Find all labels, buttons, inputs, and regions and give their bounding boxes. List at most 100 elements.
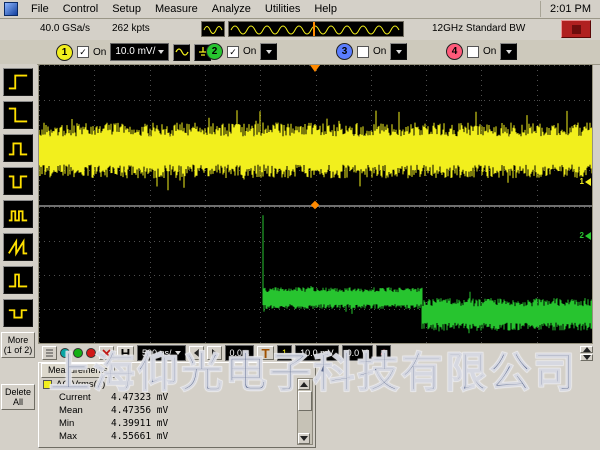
- pulse-low-icon: [5, 170, 31, 192]
- spin-down-button[interactable]: [580, 354, 593, 361]
- sine-icon: [202, 22, 224, 36]
- sidebar-trigger-button-2[interactable]: [3, 101, 33, 129]
- sine-icon: [175, 46, 189, 58]
- trigger-position-marker-icon[interactable]: [310, 65, 320, 72]
- channel-2-on-checkbox[interactable]: ✓: [227, 46, 239, 58]
- pan-left-button[interactable]: [189, 346, 204, 360]
- channel-3-badge[interactable]: 3: [336, 43, 353, 60]
- channel-controls-row: 1 ✓ On 10.0 mV/ 2 ✓ On: [0, 40, 600, 65]
- channel-1-badge[interactable]: 1: [56, 44, 73, 61]
- up-arrow-icon: [300, 382, 308, 387]
- sidebar-trigger-button-1[interactable]: [3, 68, 33, 96]
- pulse-high-icon: [5, 137, 31, 159]
- channel-1-on-label: On: [93, 47, 106, 58]
- chevron-down-icon: [175, 351, 181, 355]
- markers-button[interactable]: [42, 346, 57, 360]
- acquisition-preview-bar: [228, 21, 404, 37]
- marker-b-button[interactable]: [73, 348, 83, 358]
- chevron-down-icon: [396, 50, 402, 54]
- ch2-ground-marker[interactable]: 2: [580, 231, 591, 240]
- channel-3-on-checkbox[interactable]: [357, 46, 369, 58]
- window-pulse-icon: [5, 302, 31, 324]
- measurement-name-row: AC Vrms(1): [43, 378, 297, 391]
- pan-right-button[interactable]: [207, 346, 222, 360]
- left-arrow-icon: [585, 178, 591, 186]
- stop-acquire-button[interactable]: [86, 348, 96, 358]
- left-sidebar: More (1 of 2) Delete All: [0, 64, 37, 450]
- left-arrow-icon: [194, 349, 199, 357]
- channel-1-controls: 1 ✓ On 10.0 mV/: [56, 43, 211, 61]
- channel-4-controls: 4 On: [446, 43, 517, 60]
- scope-display[interactable]: 1 2: [38, 64, 593, 344]
- scrollbar-thumb[interactable]: [298, 391, 312, 411]
- channel-3-controls: 3 On: [336, 43, 407, 60]
- menu-utilities[interactable]: Utilities: [258, 2, 307, 16]
- channel-4-settings-button[interactable]: [500, 43, 517, 60]
- clear-display-button[interactable]: [99, 346, 114, 360]
- channel-2-settings-button[interactable]: [260, 43, 277, 60]
- ch4-indicator[interactable]: 4: [376, 345, 391, 361]
- menu-control[interactable]: Control: [56, 2, 105, 16]
- sidebar-trigger-button-4[interactable]: [3, 167, 33, 195]
- level-spinner: [580, 346, 593, 361]
- bottom-toolbar: H 500 ns/ 0.0 s T 1 10.0 mV 0.0 V 4: [38, 344, 597, 362]
- scope-panel-top[interactable]: [39, 65, 592, 205]
- menu-file[interactable]: File: [24, 2, 56, 16]
- measurements-body: AC Vrms(1) Current 4.47323 mV Mean 4.473…: [43, 378, 297, 445]
- menu-help[interactable]: Help: [307, 2, 344, 16]
- channel-3-on-label: On: [373, 46, 386, 57]
- channel-2-badge[interactable]: 2: [206, 43, 223, 60]
- measurements-panel: Measurements AC Vrms(1) Current 4.47323 …: [38, 362, 316, 448]
- ch1-indicator[interactable]: 1: [277, 345, 292, 361]
- ch1-ground-marker[interactable]: 1: [580, 177, 591, 186]
- ch1-color-swatch: [43, 380, 52, 389]
- horizontal-button[interactable]: H: [117, 346, 134, 360]
- menu-measure[interactable]: Measure: [148, 2, 205, 16]
- delete-all-button[interactable]: Delete All: [1, 384, 35, 410]
- channel-2-controls: 2 ✓ On: [206, 43, 277, 60]
- measurements-tab[interactable]: Measurements: [41, 363, 115, 378]
- measurements-scrollbar[interactable]: [297, 378, 313, 445]
- channel-4-badge[interactable]: 4: [446, 43, 463, 60]
- marker-a-button[interactable]: [60, 348, 70, 358]
- channel-1-coupling-button[interactable]: [173, 44, 190, 61]
- sidebar-trigger-button-8[interactable]: [3, 299, 33, 327]
- timebase-dropdown[interactable]: 500 ns/: [137, 345, 186, 361]
- scroll-up-button[interactable]: [298, 379, 310, 390]
- channel-4-on-checkbox[interactable]: [467, 46, 479, 58]
- scroll-down-button[interactable]: [298, 433, 310, 444]
- waveform-thumbnail: [201, 21, 225, 37]
- more-button[interactable]: More (1 of 2): [1, 332, 35, 358]
- channel-1-on-checkbox[interactable]: ✓: [77, 46, 89, 58]
- trigger-level-readout[interactable]: 0.0 V: [342, 345, 373, 361]
- grid-icon: [45, 349, 54, 358]
- channel-3-settings-button[interactable]: [390, 43, 407, 60]
- run-stop-button[interactable]: [561, 20, 591, 38]
- chevron-down-icon: [158, 50, 164, 54]
- spin-up-button[interactable]: [580, 346, 593, 353]
- fall-edge-icon: [5, 104, 31, 126]
- acquisition-status-row: 40.0 GSa/s 262 kpts 12GHz Standard BW: [0, 19, 600, 40]
- delay-readout[interactable]: 0.0 s: [225, 345, 255, 361]
- measurement-name: AC Vrms(1): [56, 379, 105, 390]
- channel-1-scale-dropdown[interactable]: 10.0 mV/: [110, 43, 169, 61]
- pattern-icon: [5, 203, 31, 225]
- channel-4-on-label: On: [483, 46, 496, 57]
- sidebar-trigger-button-6[interactable]: [3, 233, 33, 261]
- up-arrow-icon: [583, 347, 591, 352]
- right-arrow-icon: [212, 349, 217, 357]
- measurement-row-mean: Mean 4.47356 mV: [43, 404, 297, 417]
- sidebar-trigger-button-3[interactable]: [3, 134, 33, 162]
- measurement-row-min: Min 4.39911 mV: [43, 417, 297, 430]
- sidebar-trigger-button-7[interactable]: [3, 266, 33, 294]
- trigger-button[interactable]: T: [257, 346, 274, 360]
- sidebar-trigger-button-5[interactable]: [3, 200, 33, 228]
- menu-analyze[interactable]: Analyze: [205, 2, 258, 16]
- narrow-pulse-icon: [5, 269, 31, 291]
- ch1-scale-readout[interactable]: 10.0 mV: [295, 345, 339, 361]
- scope-panel-bottom[interactable]: [39, 207, 592, 343]
- measurement-row-max: Max 4.55661 mV: [43, 430, 297, 443]
- channel-2-on-label: On: [243, 46, 256, 57]
- clear-x-icon: [102, 349, 111, 358]
- menu-setup[interactable]: Setup: [105, 2, 148, 16]
